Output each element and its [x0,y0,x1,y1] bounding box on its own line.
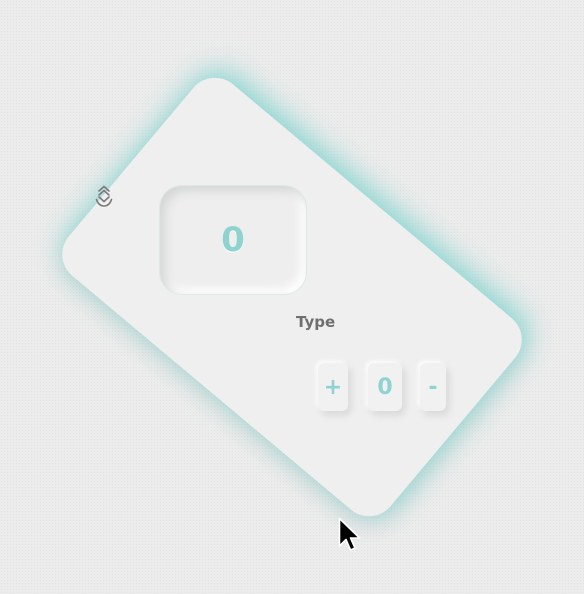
counter-value: 0 [221,220,245,260]
increment-button[interactable]: + [318,363,348,411]
counter-card [50,66,534,528]
type-label: Type [296,313,336,331]
mouse-pointer-icon [338,517,364,555]
decrement-button[interactable]: - [420,363,446,411]
swap-vertical-icon[interactable] [90,182,118,210]
counter-display: 0 [160,186,306,294]
reset-button[interactable]: 0 [368,363,402,411]
